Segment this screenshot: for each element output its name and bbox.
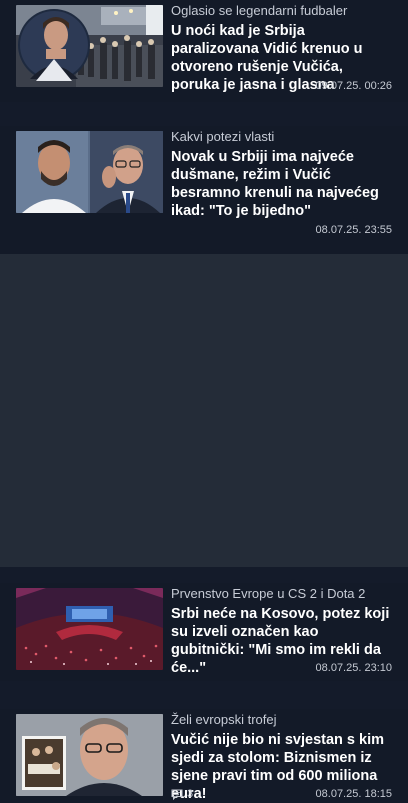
comment-icon <box>171 789 183 800</box>
news-feed: Oglasio se legendarni fudbaler U noći ka… <box>0 0 408 802</box>
article-timestamp: 08.07.25. 18:15 <box>315 788 392 800</box>
article-timestamp: 09.07.25. 00:26 <box>315 80 392 92</box>
article-timestamp: 08.07.25. 23:10 <box>315 662 392 674</box>
article-card[interactable]: Prvenstvo Evrope u CS 2 i Dota 2 Srbi ne… <box>0 583 408 681</box>
article-thumbnail[interactable] <box>16 131 163 213</box>
article-thumbnail[interactable] <box>16 714 163 796</box>
article-kicker: Želi evropski trofej <box>171 712 277 727</box>
protest-crowd-image <box>16 5 163 87</box>
djokovic-vucic-image <box>16 131 163 213</box>
ad-placeholder <box>0 254 408 567</box>
article-headline[interactable]: Novak u Srbiji ima najveće dušmane, reži… <box>171 148 392 220</box>
article-card[interactable]: Oglasio se legendarni fudbaler U noći ka… <box>0 0 408 102</box>
article-kicker: Kakvi potezi vlasti <box>171 129 275 144</box>
article-thumbnail[interactable] <box>16 588 163 670</box>
comments-indicator[interactable]: 3 <box>171 788 193 800</box>
article-thumbnail[interactable] <box>16 5 163 87</box>
article-kicker: Prvenstvo Evrope u CS 2 i Dota 2 <box>171 586 366 601</box>
esports-arena-image <box>16 588 163 670</box>
article-card[interactable]: Želi evropski trofej Vučić nije bio ni s… <box>0 709 408 802</box>
article-card[interactable]: Kakvi potezi vlasti Novak u Srbiji ima n… <box>0 126 408 254</box>
article-timestamp: 08.07.25. 23:55 <box>315 224 392 236</box>
vucic-portrait-image <box>16 714 163 796</box>
article-kicker: Oglasio se legendarni fudbaler <box>171 3 348 18</box>
comment-count: 3 <box>187 788 194 800</box>
